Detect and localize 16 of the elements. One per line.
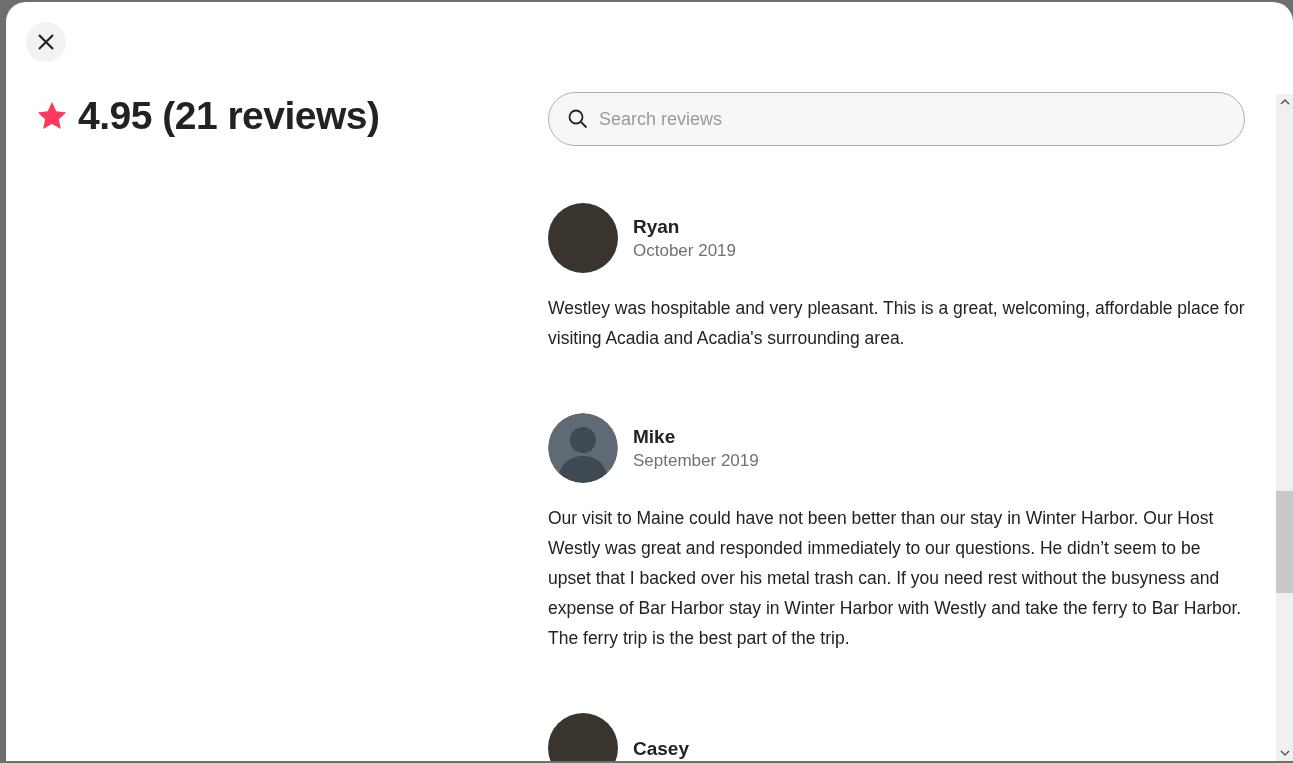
reviewer-name: Casey (633, 737, 689, 759)
close-button[interactable] (26, 22, 66, 62)
review-text: Westley was hospitable and very pleasant. This is a great, welcoming, affordable place for visiting Acadia and Acadia's surrounding area. (548, 297, 1245, 350)
scroll-up-icon[interactable] (1279, 98, 1290, 106)
review-date: September 2019 (633, 450, 759, 471)
scroll-down-icon[interactable] (1279, 749, 1290, 757)
scrollbar[interactable] (1276, 94, 1293, 761)
reviewer-name: Ryan (633, 215, 681, 237)
close-icon (37, 33, 55, 51)
star-icon (36, 100, 68, 132)
reviewer-name: Mike (633, 425, 677, 447)
review-date: October 2019 (633, 240, 736, 261)
rating-summary: 4.95 (21 reviews) (78, 94, 380, 138)
scrollbar-thumb[interactable] (1276, 491, 1293, 593)
review-text: Our visit to Maine could have not been better than our stay in Winter Harbor. Our Host Westly was great and responded immediately to our questions. He didn’t seem to be upset that I backed over his metal trash can. If you need rest without the busyness and expense of Bar Harbor stay in Winter Harbor with Westly and take the ferry to Bar Harbor. The ferry trip is the best part of the trip. (548, 507, 1243, 650)
search-field[interactable]: Search reviews (548, 92, 1245, 146)
